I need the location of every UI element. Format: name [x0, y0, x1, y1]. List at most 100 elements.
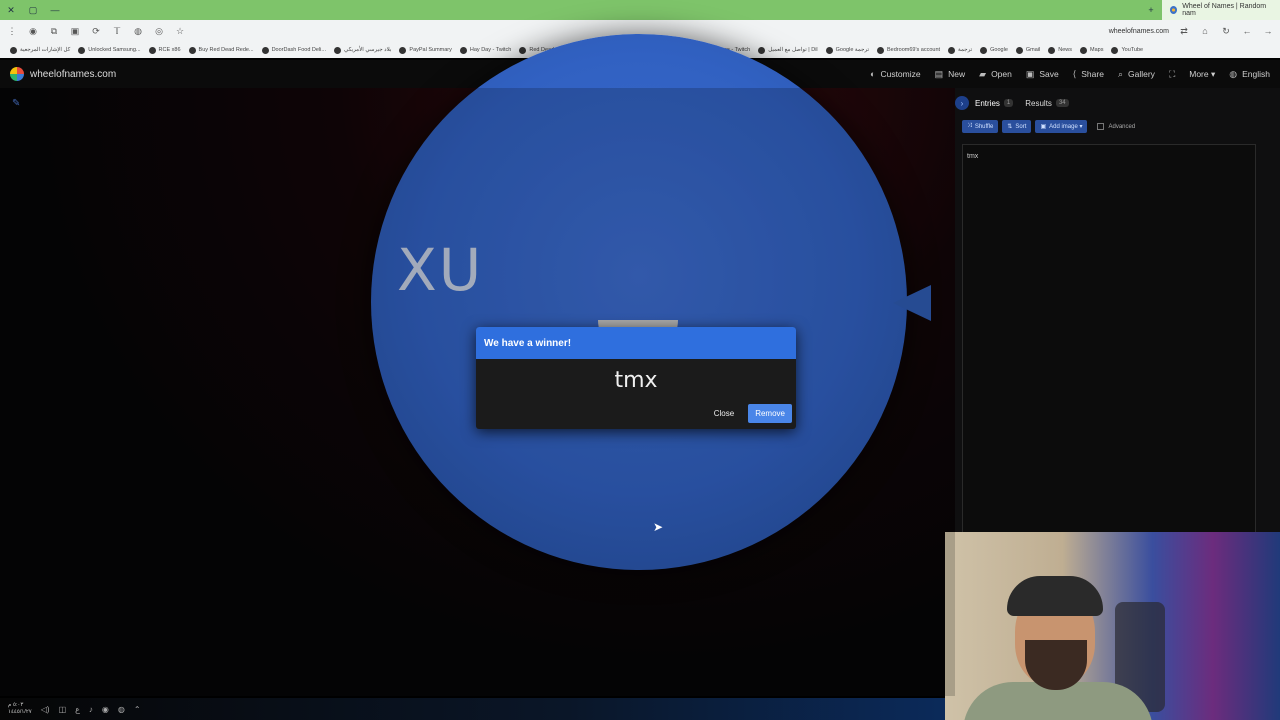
taskbar-clock[interactable]: ٥:٠٣ م ١٤٤٥/١/٢٧: [8, 702, 32, 716]
advanced-toggle[interactable]: Advanced: [1097, 123, 1135, 130]
bookmark-item[interactable]: تواصل مع العميل | Dil: [754, 46, 821, 54]
sort-button[interactable]: ⇅ Sort: [1002, 120, 1032, 133]
bookmark-label: بلاد جيرسي الأمريكي: [344, 47, 392, 53]
menu-item-save[interactable]: ▣ Save: [1026, 69, 1059, 80]
add-image-button[interactable]: ▣ Add image ▾: [1035, 120, 1088, 133]
webcam-person-cap: [1007, 576, 1103, 616]
winner-dialog-actions: Close Remove: [708, 404, 792, 423]
winner-dialog-title: We have a winner!: [476, 327, 796, 359]
menu-item-label: Customize: [880, 69, 921, 79]
entries-toolbar: ⤨ Shuffle ⇅ Sort ▣ Add image ▾ Advanced: [962, 120, 1135, 133]
screenshot-icon[interactable]: ▣: [69, 26, 81, 37]
shuffle-icon: ⤨: [967, 123, 972, 129]
menu-item-open[interactable]: ▰ Open: [979, 69, 1012, 80]
network-icon[interactable]: ◫: [59, 705, 67, 714]
browser-tab-title: Wheel of Names | Random nam: [1182, 3, 1267, 17]
close-button[interactable]: Close: [708, 405, 740, 422]
extension-icon[interactable]: ⧉: [48, 26, 60, 37]
menu-item-english[interactable]: ◍ English: [1229, 69, 1270, 80]
sort-label: Sort: [1015, 123, 1027, 130]
twitch-icon[interactable]: 𝕋: [111, 26, 123, 37]
bitwarden-icon[interactable]: ◍: [132, 26, 144, 37]
reload-icon[interactable]: ↻: [1220, 26, 1232, 37]
wheel-logo-icon[interactable]: [10, 67, 24, 81]
entries-textarea[interactable]: tmx: [962, 144, 1256, 534]
shuffle-button[interactable]: ⤨ Shuffle: [962, 120, 999, 133]
menu-item-label: English: [1242, 69, 1270, 79]
bookmark-star-icon[interactable]: ☆: [174, 26, 186, 37]
back-icon[interactable]: →: [1262, 26, 1274, 36]
mouse-cursor-icon: ➤: [653, 520, 664, 534]
mic-icon[interactable]: ♪: [89, 705, 93, 714]
bookmark-item[interactable]: Unlocked Samsung...: [74, 46, 144, 54]
close-window-icon[interactable]: ✕: [0, 5, 22, 16]
bookmark-item[interactable]: News: [1044, 46, 1076, 54]
entry-item[interactable]: tmx: [967, 153, 1251, 160]
tray-app-icon[interactable]: ◉: [102, 705, 109, 714]
maximize-window-icon[interactable]: ▢: [22, 5, 44, 16]
bookmark-item[interactable]: بلاد جيرسي الأمريكي: [330, 46, 395, 54]
forward-icon[interactable]: ←: [1241, 26, 1253, 36]
file-icon: ▤: [934, 68, 944, 79]
minimize-window-icon[interactable]: —: [44, 5, 66, 15]
collapse-panel-icon[interactable]: ›: [955, 96, 969, 110]
bookmark-item[interactable]: ترجمة: [944, 46, 976, 54]
menu-item-gallery[interactable]: ⌕ Gallery: [1118, 69, 1155, 80]
menu-item-fullscreen[interactable]: ⛶: [1169, 69, 1175, 80]
menu-item-share[interactable]: ⟨ Share: [1073, 69, 1104, 80]
menu-item-more[interactable]: More ▾: [1189, 69, 1215, 80]
profile-icon[interactable]: ◉: [27, 26, 39, 37]
volume-icon[interactable]: ◁): [41, 705, 50, 714]
menu-item-customize[interactable]: ◐ Customize: [870, 69, 921, 79]
shuffle-label: Shuffle: [974, 123, 994, 130]
tab-results[interactable]: Results 34: [1025, 98, 1069, 108]
bookmark-item[interactable]: Maps: [1076, 46, 1107, 54]
bookmark-item[interactable]: Google: [976, 46, 1012, 54]
menu-dots-icon[interactable]: ⋮: [6, 26, 18, 37]
bookmark-favicon-icon: [459, 46, 467, 54]
bookmark-item[interactable]: PayPal Summary: [395, 46, 456, 54]
advanced-label: Advanced: [1108, 123, 1136, 130]
bookmark-label: تواصل مع العميل | Dil: [768, 47, 818, 53]
bookmark-favicon-icon: [1015, 46, 1023, 54]
opera-icon[interactable]: ◎: [153, 26, 165, 37]
bookmark-item[interactable]: DoorDash Food Deli...: [258, 46, 330, 54]
site-name[interactable]: wheelofnames.com: [30, 69, 116, 80]
advanced-checkbox[interactable]: [1097, 123, 1105, 130]
bookmark-favicon-icon: [148, 46, 156, 54]
add-image-label: Add image ▾: [1049, 124, 1083, 130]
bookmark-favicon-icon: [980, 46, 988, 54]
wheel-favicon-icon: [1170, 6, 1178, 14]
tray-expand-icon[interactable]: ⌃: [134, 705, 141, 714]
bookmark-item[interactable]: Buy Red Dead Rede...: [185, 46, 258, 54]
browser-tab-active[interactable]: Wheel of Names | Random nam: [1162, 0, 1280, 20]
bookmark-item[interactable]: Gmail: [1012, 46, 1044, 54]
bookmark-item[interactable]: RCE x86: [145, 46, 185, 54]
bookmark-favicon-icon: [334, 46, 341, 54]
home-icon[interactable]: ⌂: [1199, 26, 1211, 36]
browser-tabbar: ✕ ▢ — + Wheel of Names | Random nam: [0, 0, 1280, 20]
bookmark-label: Bedroom69's account: [887, 47, 941, 53]
bookmark-item[interactable]: Hay Day - Twitch: [456, 46, 515, 54]
bookmark-favicon-icon: [1080, 46, 1088, 54]
url-text[interactable]: wheelofnames.com: [1109, 28, 1169, 35]
language-icon[interactable]: ع: [75, 705, 80, 714]
remove-button[interactable]: Remove: [748, 404, 792, 423]
bookmark-favicon-icon: [10, 46, 17, 54]
bookmark-item[interactable]: YouTube: [1107, 46, 1147, 54]
new-tab-icon[interactable]: +: [1140, 5, 1162, 15]
image-icon: ▣: [1040, 124, 1047, 130]
bookmark-item[interactable]: Google ترجمة: [822, 46, 873, 54]
tab-entries[interactable]: Entries 1: [975, 99, 1014, 108]
clock-date: ١٤٤٥/١/٢٧: [8, 709, 32, 715]
menu-item-new[interactable]: ▤ New: [935, 69, 966, 80]
tray-app2-icon[interactable]: ◍: [118, 705, 125, 714]
webcam-overlay: [945, 532, 1280, 720]
sync-icon[interactable]: ⟳: [90, 26, 102, 37]
bookmark-item[interactable]: Bedroom69's account: [873, 46, 944, 54]
bookmark-item[interactable]: كل الإشارات المرجعية: [6, 46, 74, 54]
winner-name: tmx: [614, 367, 658, 393]
palette-icon: ◐: [870, 69, 876, 79]
tab-results-label: Results: [1025, 98, 1052, 108]
translate-icon[interactable]: ⇄: [1178, 26, 1190, 37]
